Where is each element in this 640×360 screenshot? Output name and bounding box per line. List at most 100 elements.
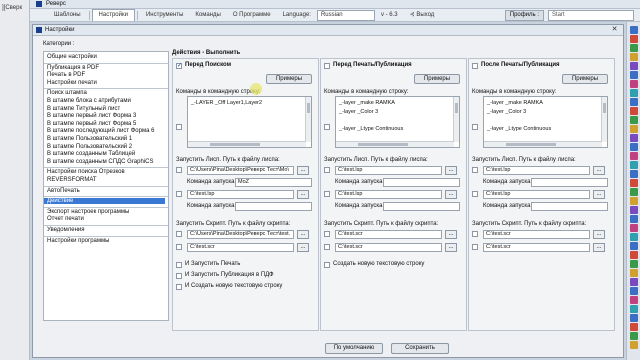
browse-script-button[interactable]: ... <box>297 243 309 252</box>
browse-lisp-button[interactable]: ... <box>297 190 309 199</box>
path-input[interactable]: C:\test.scr <box>187 243 294 252</box>
browse-script-button[interactable]: ... <box>593 243 605 252</box>
category-item[interactable]: Отчет печати <box>47 216 84 222</box>
lisp-checkbox[interactable] <box>324 191 330 197</box>
examples-button[interactable]: Примеры <box>414 74 460 84</box>
toolbar-icon[interactable] <box>630 260 638 268</box>
toolbar-icon[interactable] <box>630 53 638 61</box>
toolbar-icon[interactable] <box>630 323 638 331</box>
path-input[interactable]: C:\Users\Pina\Desktop\Реверс Тест\Mo\ <box>187 166 294 175</box>
browse-script-button[interactable]: ... <box>297 230 309 239</box>
path-input[interactable]: C:\test.lsp <box>187 190 294 199</box>
category-item[interactable]: В штампе Пользовательский 1 <box>47 136 132 142</box>
toolbar-icon[interactable] <box>630 26 638 34</box>
toolbar-icon[interactable] <box>630 224 638 232</box>
exit-button[interactable]: ⊰ Выход <box>404 10 441 21</box>
category-item[interactable]: Поиск штампа <box>47 90 87 96</box>
browse-lisp-button[interactable]: ... <box>297 166 309 175</box>
path-input[interactable]: C:\test.scr <box>483 230 590 239</box>
browse-lisp-button[interactable]: ... <box>593 190 605 199</box>
category-item[interactable]: Печать в PDF <box>47 72 85 78</box>
toolbar-icon[interactable] <box>630 278 638 286</box>
vertical-scrollbar[interactable] <box>305 97 311 142</box>
horizontal-scrollbar[interactable] <box>336 141 454 147</box>
category-item[interactable]: В штампе последующий лист Форма 6 <box>47 128 154 134</box>
toolbar-icon[interactable] <box>630 80 638 88</box>
profile-button[interactable]: Профиль : <box>504 9 544 21</box>
script-checkbox[interactable] <box>324 244 330 250</box>
toolbar-icon[interactable] <box>630 314 638 322</box>
category-item[interactable]: В штампе первый лист Форма 5 <box>47 121 136 127</box>
browse-lisp-button[interactable]: ... <box>445 190 457 199</box>
browse-lisp-button[interactable]: ... <box>445 166 457 175</box>
vertical-scrollbar[interactable] <box>601 97 607 142</box>
lisp-checkbox[interactable] <box>472 191 478 197</box>
toolbar-icon[interactable] <box>630 296 638 304</box>
category-item[interactable]: Публикация в PDF <box>47 65 99 71</box>
toolbar-icon[interactable] <box>630 161 638 169</box>
commands-textarea[interactable]: _-layer _make RAMKA _-layer _Color 3 _-lay… <box>335 96 460 148</box>
toolbar-icon[interactable] <box>630 215 638 223</box>
toolbar-icon[interactable] <box>630 332 638 340</box>
toolbar-icon[interactable] <box>630 89 638 97</box>
script-checkbox[interactable] <box>176 231 182 237</box>
scroll-thumb[interactable] <box>506 143 556 146</box>
category-item[interactable]: Общие настройки <box>47 54 97 60</box>
path-input[interactable]: C:\Users\Pina\Desktop\Реверс Тест\test. <box>187 230 294 239</box>
toolbar-icon[interactable] <box>630 134 638 142</box>
path-input[interactable]: C:\test.lsp <box>335 190 442 199</box>
toolbar-icon[interactable] <box>630 341 638 349</box>
commands-textarea[interactable]: _-layer _make RAMKA _-layer _Color 3 _-lay… <box>483 96 608 148</box>
script-checkbox[interactable] <box>176 244 182 250</box>
extra-option-checkbox[interactable] <box>176 273 182 279</box>
save-button[interactable]: Сохранить <box>391 343 449 354</box>
toolbar-icon[interactable] <box>630 188 638 196</box>
path-input[interactable]: C:\test.lsp <box>483 190 590 199</box>
toolbar-icon[interactable] <box>630 98 638 106</box>
run-command-input[interactable] <box>383 178 460 187</box>
extra-option-checkbox[interactable] <box>324 262 330 268</box>
scroll-thumb[interactable] <box>455 103 458 113</box>
lisp-checkbox[interactable] <box>324 167 330 173</box>
category-list[interactable]: Общие настройки Публикация в PDF Печать в … <box>43 51 169 321</box>
scroll-thumb[interactable] <box>307 103 310 113</box>
toolbar-icon[interactable] <box>630 251 638 259</box>
category-item[interactable]: Настройки программы <box>47 238 109 244</box>
toolbar-icon[interactable] <box>630 170 638 178</box>
browse-lisp-button[interactable]: ... <box>593 166 605 175</box>
category-item[interactable]: В штампе созданным Таблицей <box>47 151 135 157</box>
enable-checkbox[interactable] <box>176 62 182 69</box>
run-command-input[interactable] <box>235 202 312 211</box>
commands-checkbox[interactable] <box>324 124 330 130</box>
menu-commands[interactable]: Команды <box>189 10 226 21</box>
lisp-checkbox[interactable] <box>176 167 182 173</box>
toolbar-icon[interactable] <box>630 71 638 79</box>
category-item[interactable]: Уведомления <box>47 227 85 233</box>
menu-settings[interactable]: Настройки <box>91 9 135 21</box>
path-input[interactable]: C:\test.lsp <box>483 166 590 175</box>
toolbar-icon[interactable] <box>630 206 638 214</box>
browse-script-button[interactable]: ... <box>445 243 457 252</box>
toolbar-icon[interactable] <box>630 242 638 250</box>
default-button[interactable]: По умолчанию <box>325 343 383 354</box>
toolbar-icon[interactable] <box>630 116 638 124</box>
toolbar-icon[interactable] <box>630 35 638 43</box>
toolbar-icon[interactable] <box>630 197 638 205</box>
category-item[interactable]: В штампе первый лист Форма 3 <box>47 113 136 119</box>
run-command-input[interactable]: MoZ <box>235 178 312 187</box>
category-item[interactable]: В штампе блока с атрибутами <box>47 98 131 104</box>
category-item[interactable]: Настройки печати <box>47 80 97 86</box>
profile-select[interactable]: Start <box>548 9 634 21</box>
horizontal-scrollbar[interactable] <box>484 141 602 147</box>
toolbar-icon[interactable] <box>630 125 638 133</box>
script-checkbox[interactable] <box>472 244 478 250</box>
enable-checkbox[interactable] <box>472 63 478 69</box>
script-checkbox[interactable] <box>324 231 330 237</box>
category-item[interactable]: Действие <box>44 198 165 205</box>
vertical-scrollbar[interactable] <box>453 97 459 142</box>
toolbar-icon[interactable] <box>630 287 638 295</box>
browse-script-button[interactable]: ... <box>593 230 605 239</box>
scroll-thumb[interactable] <box>603 103 606 113</box>
category-item[interactable]: В штампе созданным СПДС GraphiCS <box>47 159 153 165</box>
scroll-thumb[interactable] <box>358 143 408 146</box>
